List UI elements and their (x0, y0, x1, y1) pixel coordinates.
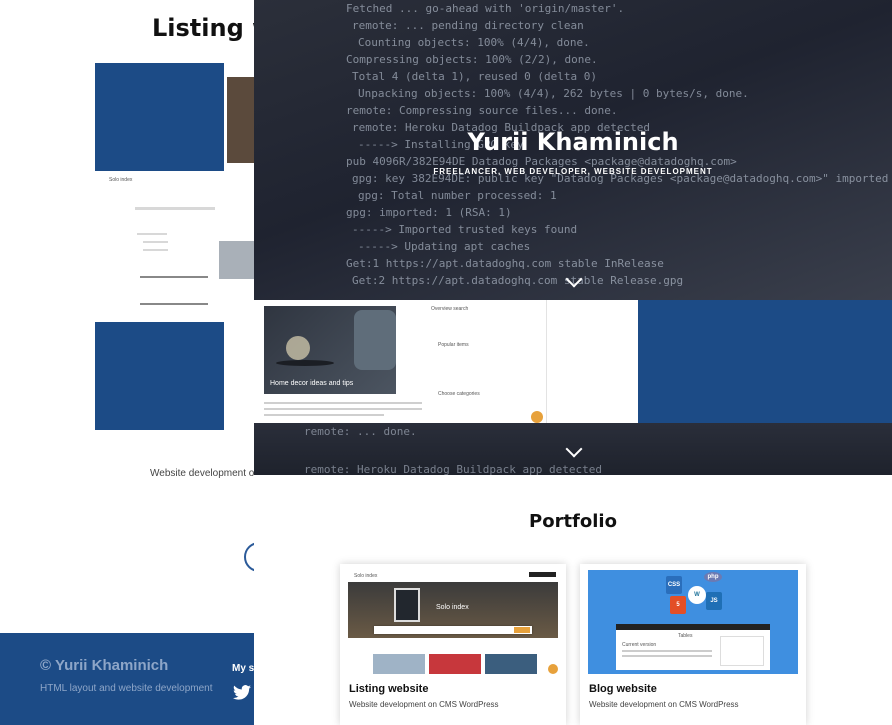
sidebar-heading-popular: Popular items (438, 342, 469, 348)
code-line: Get:2 https://apt.datadoghq.com stable R… (352, 274, 684, 287)
screenshot-photo (227, 77, 254, 163)
gear-icon[interactable] (548, 664, 558, 674)
gear-icon[interactable] (531, 411, 543, 423)
listing-preview: Solo index Solo index (348, 570, 558, 674)
code-line: Unpacking objects: 100% (4/4), 262 bytes… (358, 87, 749, 100)
listing-screenshot-lower (224, 322, 254, 430)
portfolio-card-blog[interactable]: CSS php 5 W JS Tables Current version Bl… (580, 564, 806, 725)
blue-panel-right (638, 300, 892, 423)
footer-copyright: © Yurii Khaminich (40, 657, 169, 674)
code-line: Total 4 (delta 1), reused 0 (delta 0) (352, 70, 598, 83)
footer-social-label: My s (232, 663, 255, 674)
sidebar-heading-categories: Choose categories (438, 391, 480, 397)
post-title: Home decor ideas and tips (270, 380, 354, 387)
footer-description: HTML layout and website development (40, 683, 213, 694)
css3-icon: CSS (666, 576, 682, 594)
listing-screenshot-body: Solo index (95, 171, 254, 322)
code-line: Compressing objects: 100% (2/2), done. (346, 53, 598, 66)
blog-panel: Tables Current version (616, 624, 770, 670)
lamp-shape (286, 336, 310, 360)
blue-panel-top (95, 63, 224, 171)
html5-icon: 5 (670, 596, 686, 614)
code-line: Counting objects: 100% (4/4), done. (358, 36, 590, 49)
post-image: Home decor ideas and tips (264, 306, 396, 394)
code-line: remote: ... pending directory clean (352, 19, 584, 32)
twitter-icon[interactable] (233, 685, 251, 705)
sidebar-heading-search: Overview search (431, 306, 469, 312)
panel-subtitle: Current version (622, 642, 657, 648)
strip-code-line: remote: Heroku Datadog Buildpack app det… (304, 463, 603, 475)
hero-tagline: FREELANCER, WEB DEVELOPER, WEBSITE DEVEL… (433, 167, 713, 176)
card-title: Listing website (349, 683, 429, 695)
hero-name: Yurii Khaminich (467, 128, 679, 156)
listing-screenshot (224, 63, 254, 171)
code-line: remote: Compressing source files... done… (346, 104, 618, 117)
portfolio-section: Portfolio Solo index Solo index Listing … (254, 475, 892, 725)
snippet-label: Solo index (109, 177, 133, 183)
code-line: Get:1 https://apt.datadoghq.com stable I… (346, 257, 664, 270)
strip-code-line: remote: ... done. (304, 425, 417, 438)
code-line: gpg: Total number processed: 1 (358, 189, 557, 202)
code-line: Fetched ... go-ahead with 'origin/master… (346, 2, 625, 15)
portfolio-card-listing[interactable]: Solo index Solo index Listing website We… (340, 564, 566, 725)
card-subtitle: Website development on CMS WordPress (589, 700, 739, 709)
table-shape (276, 360, 334, 366)
panel-title: Tables (678, 633, 693, 639)
js-icon: JS (706, 592, 722, 610)
chair-shape (354, 310, 396, 370)
back-subtitle: Website development on (150, 468, 260, 479)
card-subtitle: Website development on CMS WordPress (349, 700, 499, 709)
portfolio-title: Portfolio (529, 511, 617, 532)
hero-section: Fetched ... go-ahead with 'origin/master… (254, 0, 892, 300)
code-strip: remote: ... done. remote: Heroku Datadog… (254, 423, 892, 475)
screenshot-photo-small (219, 241, 254, 279)
blue-panel-bottom (95, 322, 224, 430)
listing-logo: Solo index (354, 573, 378, 579)
card-title: Blog website (589, 683, 657, 695)
blog-preview: CSS php 5 W JS Tables Current version (588, 570, 798, 674)
chevron-down-icon[interactable] (565, 440, 583, 458)
code-line: gpg: imported: 1 (RSA: 1) (346, 206, 512, 219)
code-line: -----> Updating apt caches (358, 240, 531, 253)
code-line: -----> Imported trusted keys found (352, 223, 578, 236)
front-page: Fetched ... go-ahead with 'origin/master… (254, 0, 892, 725)
wordpress-icon: W (688, 586, 706, 604)
php-icon: php (704, 572, 722, 582)
banner-title: Solo index (436, 604, 469, 611)
